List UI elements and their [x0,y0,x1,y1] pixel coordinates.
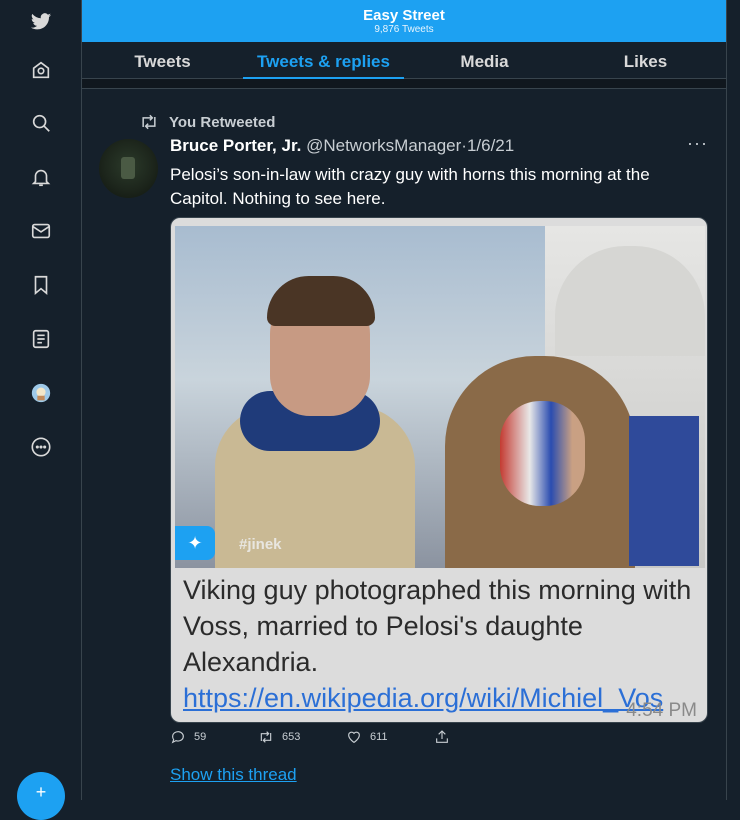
share-button[interactable] [434,729,458,745]
tab-tweets-and-replies[interactable]: Tweets & replies [243,42,404,79]
sidebar-nav: + [0,0,82,820]
tweet-actions: 59 653 611 [170,729,470,751]
tweet-date[interactable]: 1/6/21 [467,136,514,155]
tweet-media-image[interactable]: ✦ #jinek Viking guy photographed this mo… [170,217,708,723]
reply-button[interactable]: 59 [170,729,206,745]
tab-tweets[interactable]: Tweets [82,42,243,78]
us-flag [629,416,699,566]
retweet-action-icon [260,731,272,743]
reply-count: 59 [194,731,207,743]
profile-tabs: Tweets Tweets & replies Media Likes [82,42,726,79]
more-options-icon[interactable] [28,434,54,460]
compose-tweet-button[interactable]: + [17,772,65,820]
tab-media[interactable]: Media [404,42,565,78]
twitter-watermark-icon: ✦ [175,526,215,560]
retweet-label: You Retweeted [169,113,276,131]
watermark-handle: #jinek [239,536,282,553]
lists-icon[interactable] [28,326,54,352]
author-avatar[interactable] [99,139,158,198]
selfie-photo [175,226,705,568]
notifications-bell-icon[interactable] [28,164,54,190]
image-caption: Viking guy photographed this morning wit… [183,572,703,716]
caption-time: 4:54 PM [626,700,697,721]
horned-man [445,346,645,568]
main-column: Easy Street 9,876 Tweets Tweets Tweets &… [82,0,727,800]
heart-icon [348,731,360,744]
profile-avatar-icon[interactable] [28,380,54,406]
author-handle[interactable]: @NetworksManager [306,136,461,155]
show-thread-link[interactable]: Show this thread [170,765,297,785]
caption-text: Viking guy photographed this morning wit… [183,575,692,677]
author-name[interactable]: Bruce Porter, Jr. [170,136,301,155]
like-button[interactable]: 611 [346,729,388,745]
retweet-button[interactable]: 653 [258,729,300,745]
retweet-indicator: You Retweeted [139,113,275,131]
caption-link: https://en.wikipedia.org/wiki/Michiel_Vo… [183,683,664,713]
more-options-button[interactable]: ··· [687,133,708,154]
profile-name: Easy Street [363,7,445,24]
explore-search-icon[interactable] [28,110,54,136]
tweet-header: Bruce Porter, Jr. @NetworksManager·1/6/2… [170,136,514,156]
section-divider [82,79,726,89]
home-icon[interactable] [28,57,54,83]
messages-envelope-icon[interactable] [28,218,54,244]
like-count: 611 [370,731,388,743]
share-icon [436,730,448,743]
retweet-icon [142,114,156,130]
profile-header: Easy Street 9,876 Tweets [82,0,726,42]
bookmarks-icon[interactable] [28,272,54,298]
twitter-logo-icon[interactable] [28,9,54,35]
tweet-text: Pelosi’s son-in-law with crazy guy with … [170,165,650,208]
retweet-count: 653 [282,731,301,743]
tab-likes[interactable]: Likes [565,42,726,78]
tweet-count: 9,876 Tweets [374,24,434,35]
reply-icon [171,731,184,744]
tweet[interactable]: You Retweeted Bruce Porter, Jr. @Network… [82,89,726,789]
man-in-vest [215,266,415,568]
